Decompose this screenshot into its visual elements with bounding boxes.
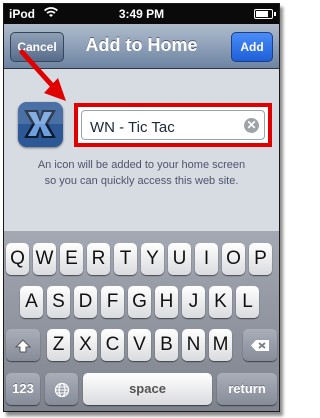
key-h[interactable]: H [155, 286, 178, 318]
space-key[interactable]: space [83, 373, 212, 405]
description-text: An icon will be added to your home scree… [14, 157, 269, 189]
key-y[interactable]: Y [141, 243, 164, 275]
key-a[interactable]: A [20, 286, 43, 318]
key-z[interactable]: Z [47, 329, 70, 361]
key-j[interactable]: J [182, 286, 205, 318]
key-e[interactable]: E [60, 243, 83, 275]
key-i[interactable]: I [195, 243, 218, 275]
key-m[interactable]: M [209, 329, 232, 361]
description-line: An icon will be added to your home scree… [37, 159, 246, 171]
key-q[interactable]: Q [6, 243, 29, 275]
app-icon [18, 102, 63, 147]
keyboard: Q W E R T Y U I O P A S D F G H J K L Z … [4, 231, 279, 411]
bookmark-name-field[interactable]: WN - Tic Tac ✕ [74, 103, 272, 147]
key-d[interactable]: D [74, 286, 97, 318]
status-bar: iPod 3:49 PM [4, 4, 279, 24]
key-w[interactable]: W [33, 243, 56, 275]
shift-icon [14, 337, 32, 353]
battery-icon [254, 9, 276, 19]
delete-icon [250, 337, 270, 352]
key-f[interactable]: F [101, 286, 124, 318]
bookmark-form: WN - Tic Tac ✕ An icon will be added to … [4, 69, 279, 231]
key-p[interactable]: P [249, 243, 272, 275]
key-c[interactable]: C [101, 329, 124, 361]
navigation-bar: Cancel Add to Home Add [4, 24, 279, 69]
description-line: so you can quickly access this web site. [44, 175, 239, 187]
key-v[interactable]: V [128, 329, 151, 361]
add-button[interactable]: Add [231, 32, 273, 62]
name-input[interactable]: WN - Tic Tac ✕ [81, 110, 265, 140]
globe-key[interactable] [45, 373, 78, 405]
device-screen: iPod 3:49 PM Cancel Add to Home Add WN -… [3, 3, 280, 412]
key-b[interactable]: B [155, 329, 178, 361]
key-k[interactable]: K [209, 286, 232, 318]
numbers-key[interactable]: 123 [6, 373, 40, 405]
shift-key[interactable] [6, 329, 40, 361]
key-r[interactable]: R [87, 243, 110, 275]
key-g[interactable]: G [128, 286, 151, 318]
name-input-value: WN - Tic Tac [90, 119, 175, 136]
key-n[interactable]: N [182, 329, 205, 361]
globe-icon [54, 381, 70, 397]
key-t[interactable]: T [114, 243, 137, 275]
key-u[interactable]: U [168, 243, 191, 275]
key-l[interactable]: L [236, 286, 259, 318]
key-o[interactable]: O [222, 243, 245, 275]
key-x[interactable]: X [74, 329, 97, 361]
return-key[interactable]: return [217, 373, 277, 405]
delete-key[interactable] [243, 329, 277, 361]
key-s[interactable]: S [47, 286, 70, 318]
clear-icon[interactable]: ✕ [244, 118, 259, 133]
status-time: 3:49 PM [118, 7, 165, 21]
